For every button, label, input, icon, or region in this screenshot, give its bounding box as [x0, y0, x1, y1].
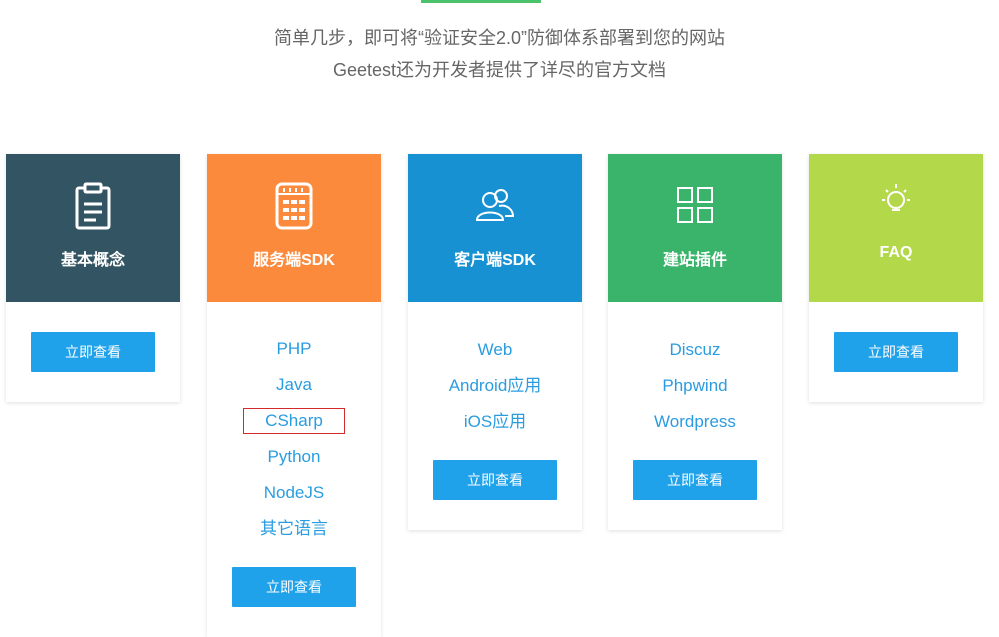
- view-now-button[interactable]: 立即查看: [232, 567, 356, 607]
- view-now-button[interactable]: 立即查看: [31, 332, 155, 372]
- card-title: 客户端SDK: [454, 252, 536, 269]
- card-header[interactable]: 基本概念: [6, 154, 180, 302]
- card-basic-concepts: 基本概念 立即查看: [6, 154, 180, 402]
- lightbulb-icon: [809, 180, 983, 228]
- grid-icon: [608, 182, 782, 230]
- link-java[interactable]: Java: [243, 367, 345, 403]
- link-web[interactable]: Web: [444, 332, 546, 368]
- server-icon: [207, 182, 381, 230]
- intro-line-2: Geetest还为开发者提供了详尽的官方文档: [332, 60, 667, 80]
- link-discuz[interactable]: Discuz: [644, 332, 746, 368]
- link-other-languages[interactable]: 其它语言: [243, 511, 345, 547]
- card-header[interactable]: FAQ: [809, 154, 983, 302]
- section-accent-bar: [421, 0, 541, 3]
- card-header[interactable]: 建站插件: [608, 154, 782, 302]
- card-title: 基本概念: [60, 252, 125, 269]
- link-phpwind[interactable]: Phpwind: [644, 368, 746, 404]
- card-header[interactable]: 服务端SDK: [207, 154, 381, 302]
- view-now-button[interactable]: 立即查看: [633, 460, 757, 500]
- card-faq: FAQ 立即查看: [809, 154, 983, 402]
- link-ios-app[interactable]: iOS应用: [444, 404, 546, 440]
- card-title: 建站插件: [662, 252, 727, 269]
- intro-line-1: 简单几步，即可将“验证安全2.0”防御体系部署到您的网站: [273, 28, 725, 48]
- view-now-button[interactable]: 立即查看: [433, 460, 557, 500]
- card-server-sdk: 服务端SDK PHP Java CSharp Python NodeJS 其它语…: [207, 154, 381, 637]
- card-site-plugins: 建站插件 Discuz Phpwind Wordpress 立即查看: [608, 154, 782, 530]
- card-client-sdk: 客户端SDK Web Android应用 iOS应用 立即查看: [408, 154, 582, 530]
- link-python[interactable]: Python: [243, 439, 345, 475]
- link-php[interactable]: PHP: [243, 331, 345, 367]
- link-nodejs[interactable]: NodeJS: [243, 475, 345, 511]
- link-android-app[interactable]: Android应用: [435, 368, 555, 404]
- card-title: 服务端SDK: [253, 252, 335, 269]
- users-icon: [408, 182, 582, 230]
- view-now-button[interactable]: 立即查看: [834, 332, 958, 372]
- card-title: FAQ: [879, 244, 913, 261]
- link-csharp[interactable]: CSharp: [243, 408, 345, 434]
- card-header[interactable]: 客户端SDK: [408, 154, 582, 302]
- link-wordpress[interactable]: Wordpress: [635, 404, 755, 440]
- clipboard-icon: [6, 182, 180, 230]
